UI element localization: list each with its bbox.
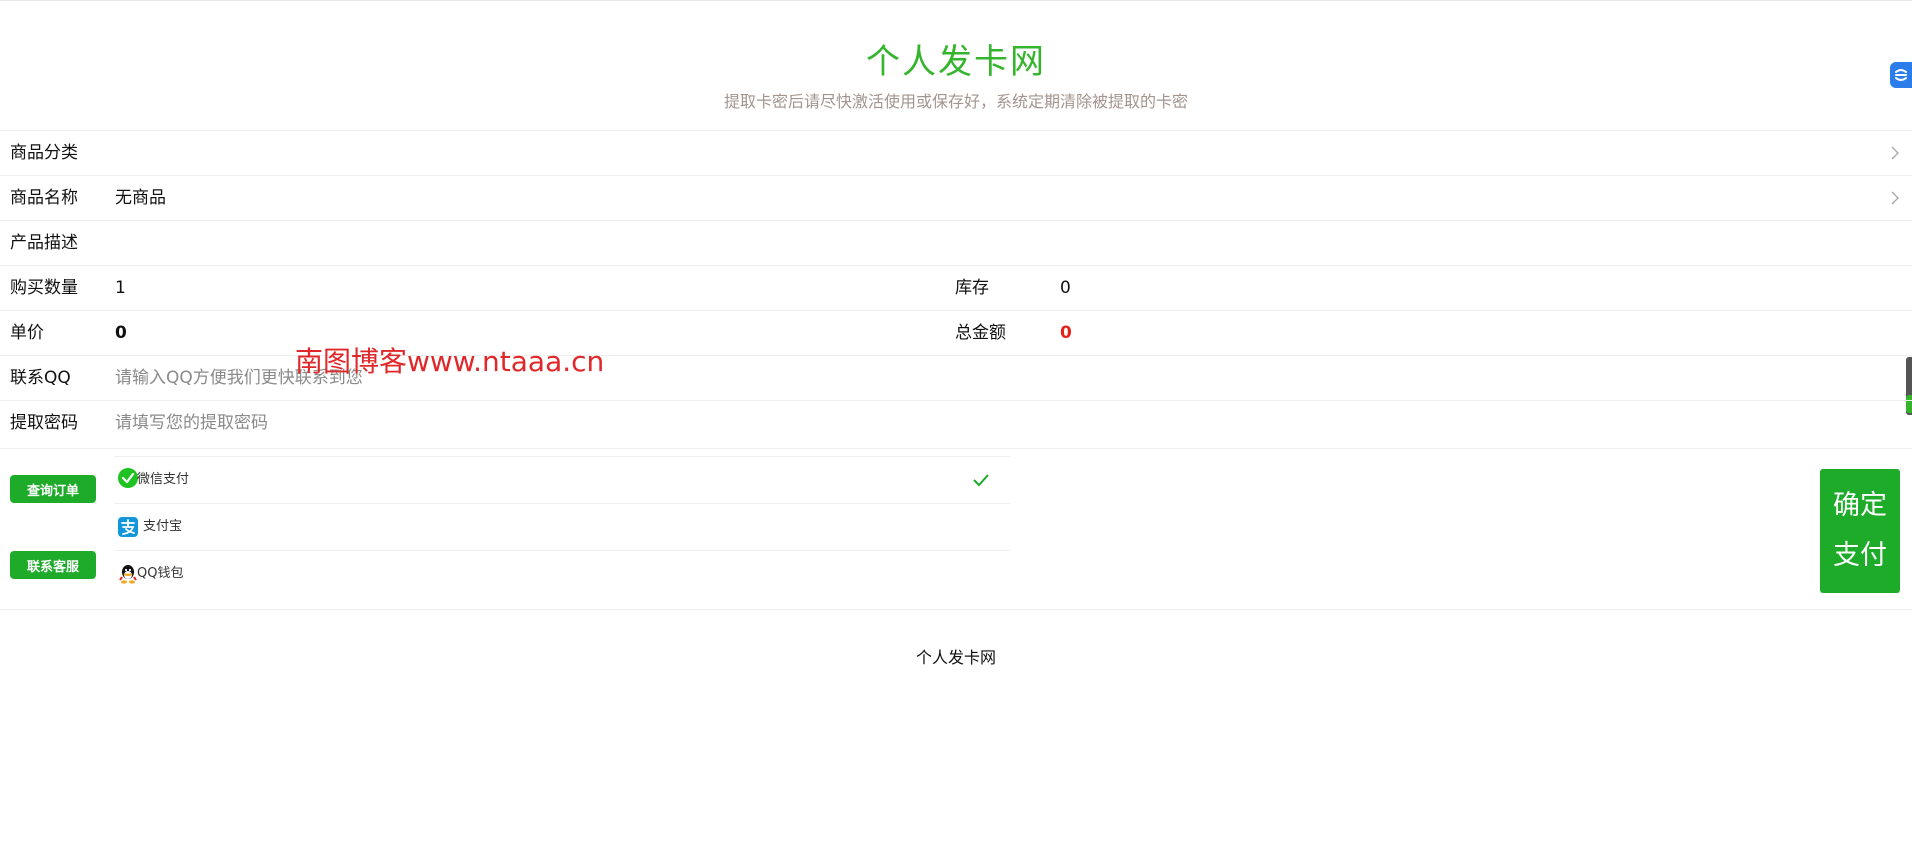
- query-order-button[interactable]: 查询订单: [10, 475, 96, 503]
- category-row[interactable]: 商品分类: [0, 130, 1912, 175]
- price-row: 单价 0 总金额 0: [0, 310, 1912, 355]
- qq-icon: [119, 565, 137, 584]
- confirm-pay-line2: 支付: [1833, 540, 1887, 571]
- price-label: 单价: [10, 323, 44, 343]
- category-label: 商品分类: [10, 143, 78, 163]
- chevron-right-icon: [1891, 146, 1899, 160]
- product-value: 无商品: [115, 188, 166, 208]
- footer-text: 个人发卡网: [915, 648, 996, 667]
- qq-label: 联系QQ: [10, 368, 71, 388]
- top-divider: [0, 0, 1912, 1]
- payment-method-list: 微信支付 支付宝 QQ钱包: [115, 456, 1010, 597]
- total-value: 0: [1060, 323, 1072, 343]
- price-value: 0: [115, 323, 127, 343]
- order-form: 商品分类 商品名称 无商品 产品描述 购买数量 1 库存 0 单价 0 总金额: [0, 130, 1912, 445]
- qq-row: 联系QQ: [0, 355, 1912, 400]
- description-label: 产品描述: [10, 233, 78, 253]
- payment-label: QQ钱包: [137, 566, 184, 581]
- site-subtitle: 提取卡密后请尽快激活使用或保存好，系统定期清除被提取的卡密: [723, 92, 1188, 111]
- confirm-pay-button[interactable]: 确定 支付: [1820, 469, 1900, 593]
- product-label: 商品名称: [10, 188, 78, 208]
- wechat-icon: [118, 468, 138, 488]
- stock-value: 0: [1060, 278, 1071, 298]
- page: 个人发卡网 提取卡密后请尽快激活使用或保存好，系统定期清除被提取的卡密 商品分类…: [0, 0, 1912, 856]
- payment-option-qq[interactable]: QQ钱包: [115, 550, 1010, 597]
- confirm-pay-line1: 确定: [1833, 490, 1887, 521]
- password-input[interactable]: [115, 409, 1815, 437]
- payment-section: 查询订单 联系客服 微信支付 支付宝 QQ钱包 确定 支付: [0, 448, 1912, 610]
- float-tool-icon[interactable]: [1890, 62, 1912, 88]
- quantity-value[interactable]: 1: [115, 266, 126, 311]
- product-row[interactable]: 商品名称 无商品: [0, 175, 1912, 220]
- payment-label: 支付宝: [143, 519, 183, 534]
- payment-option-wechat[interactable]: 微信支付: [115, 456, 1010, 503]
- contact-service-button[interactable]: 联系客服: [10, 551, 96, 579]
- qq-input[interactable]: [115, 364, 1815, 392]
- payment-label: 微信支付: [137, 472, 190, 487]
- chevron-right-icon: [1891, 191, 1899, 205]
- site-title: 个人发卡网: [866, 42, 1046, 82]
- stock-label: 库存: [955, 278, 989, 298]
- password-label: 提取密码: [10, 413, 78, 433]
- check-icon: [973, 474, 989, 487]
- description-row: 产品描述: [0, 220, 1912, 265]
- alipay-icon: [118, 517, 138, 537]
- payment-option-alipay[interactable]: 支付宝: [115, 503, 1010, 550]
- quantity-label: 购买数量: [10, 278, 78, 298]
- quantity-row: 购买数量 1 库存 0: [0, 265, 1912, 310]
- total-label: 总金额: [955, 323, 1006, 343]
- password-row: 提取密码: [0, 400, 1912, 445]
